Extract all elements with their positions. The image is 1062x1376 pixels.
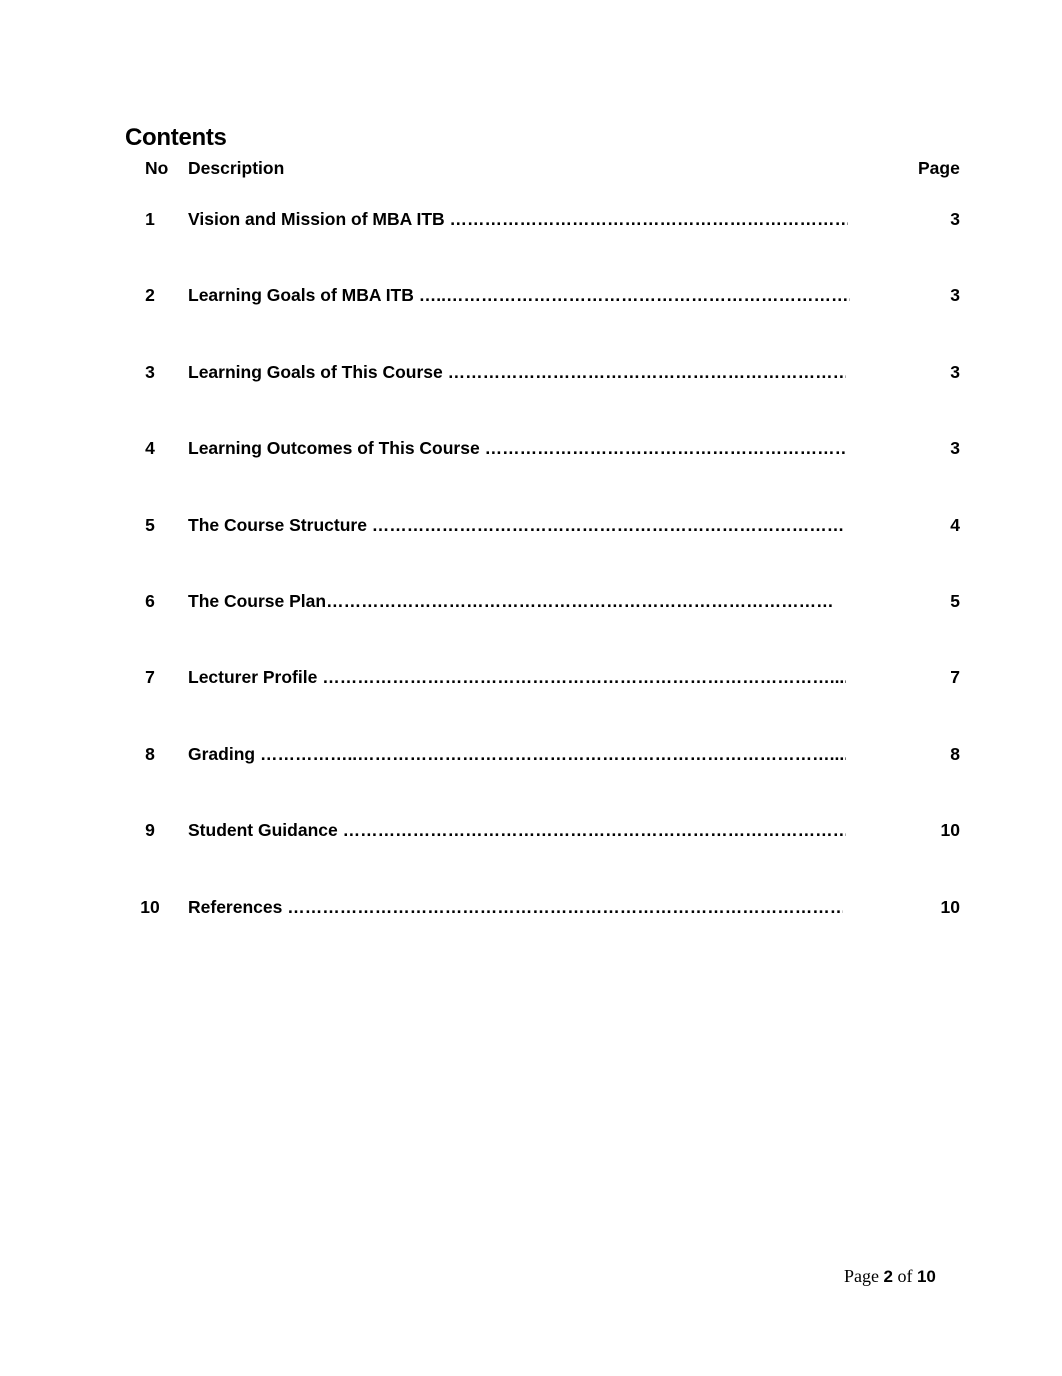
toc-entry[interactable]: 6 The Course Plan………………………………………………………………… xyxy=(0,591,1062,615)
toc-entry-title: References ……………………………………………………………………………… xyxy=(188,897,843,917)
toc-entry-title: Vision and Mission of MBA ITB …………………………… xyxy=(188,209,848,229)
toc-entry-page: 3 xyxy=(950,285,960,305)
toc-entry-page: 10 xyxy=(940,820,960,840)
toc-entry-page: 5 xyxy=(950,591,960,611)
toc-entry[interactable]: 4 Learning Outcomes of This Course ………………… xyxy=(0,438,1062,462)
toc-entry-number: 4 xyxy=(145,438,155,458)
toc-entry-title: Learning Outcomes of This Course …………………… xyxy=(188,438,846,458)
header-description: Description xyxy=(188,158,285,178)
toc-entry-number: 2 xyxy=(145,285,155,305)
toc-entry[interactable]: 2 Learning Goals of MBA ITB …..…………………………… xyxy=(0,285,1062,309)
toc-entry-number: 6 xyxy=(145,591,155,611)
toc-entry-title: Lecturer Profile ……………………………………………………………… xyxy=(188,667,846,687)
footer-prefix: Page xyxy=(844,1266,879,1286)
toc-entry-page: 8 xyxy=(950,744,960,764)
toc-entry[interactable]: 1 Vision and Mission of MBA ITB ………………………… xyxy=(0,209,1062,233)
toc-entry[interactable]: 10 References ………………………………………………………………………… xyxy=(0,897,1062,921)
toc-entry-number: 8 xyxy=(145,744,155,764)
toc-entry-title: Grading ……………..…………………………………………………………………… xyxy=(188,744,846,764)
contents-title: Contents xyxy=(125,124,227,151)
toc-entry-page: 3 xyxy=(950,362,960,382)
toc-entry-number: 1 xyxy=(145,209,155,229)
header-page: Page xyxy=(918,158,960,178)
toc-entry-page: 3 xyxy=(950,209,960,229)
toc-entry-number: 7 xyxy=(145,667,155,687)
toc-entry-number: 3 xyxy=(145,362,155,382)
toc-entry[interactable]: 5 The Course Structure ………………………………………………… xyxy=(0,515,1062,539)
toc-entry-title: Learning Goals of MBA ITB …..……………………………… xyxy=(188,285,850,305)
toc-entry[interactable]: 8 Grading ……………..………………………………………………………………… xyxy=(0,744,1062,768)
toc-entry-page: 3 xyxy=(950,438,960,458)
toc-entry-title: Learning Goals of This Course …………………………… xyxy=(188,362,846,382)
toc-entry-title: The Course Structure …………………………………………………… xyxy=(188,515,843,535)
footer-of: of xyxy=(897,1266,913,1286)
toc-entry-title: Student Guidance ……………………………………………………………… xyxy=(188,820,846,840)
page-footer: Page 2 of 10 xyxy=(844,1266,936,1287)
toc-entry-number: 10 xyxy=(140,897,160,917)
toc-entry-number: 9 xyxy=(145,820,155,840)
header-no: No xyxy=(145,158,169,178)
toc-entry[interactable]: 3 Learning Goals of This Course ………………………… xyxy=(0,362,1062,386)
toc-entry-page: 7 xyxy=(950,667,960,687)
toc-entry-page: 4 xyxy=(950,515,960,535)
toc-entry-number: 5 xyxy=(145,515,155,535)
toc-entry[interactable]: 9 Student Guidance …………………………………………………………… xyxy=(0,820,1062,844)
toc-entry-title: The Course Plan…………………………………………………………………… xyxy=(188,591,834,611)
footer-total-pages: 10 xyxy=(916,1267,936,1286)
toc-entry[interactable]: 7 Lecturer Profile …………………………………………………………… xyxy=(0,667,1062,691)
toc-entry-page: 10 xyxy=(940,897,960,917)
footer-current-page: 2 xyxy=(883,1267,893,1286)
